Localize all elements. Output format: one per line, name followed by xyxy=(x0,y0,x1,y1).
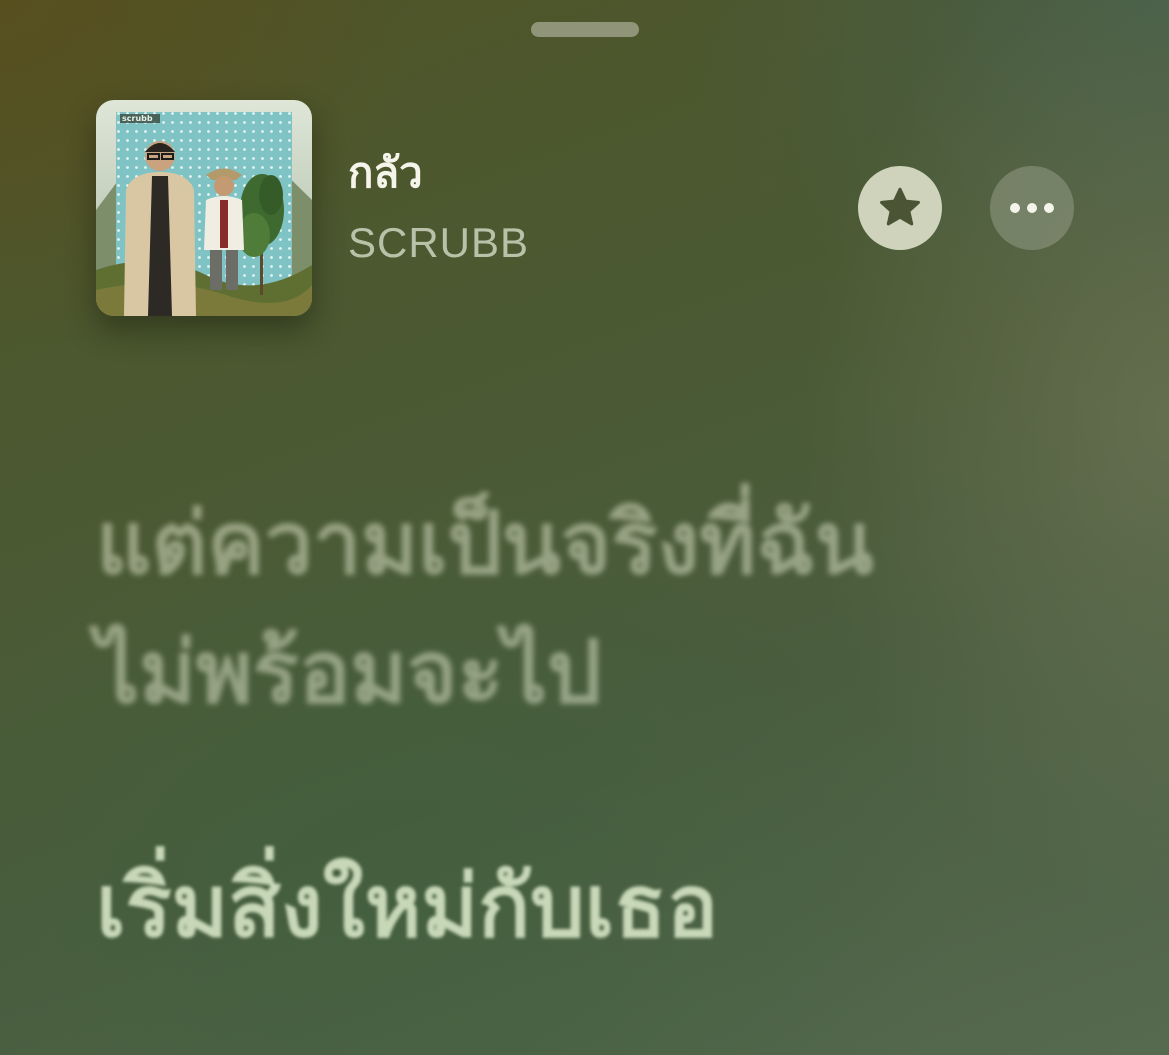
star-icon xyxy=(880,187,920,226)
album-cover-image: scrubb xyxy=(96,100,312,316)
lyrics-view[interactable]: แต่ความเป็นจริงที่ฉัน ไม่พร้อมจะไป เริ่ม… xyxy=(96,480,1136,972)
sheet-grabber[interactable] xyxy=(531,22,639,37)
song-title: กลัว xyxy=(348,148,423,197)
ellipsis-icon xyxy=(1010,203,1054,213)
lyric-line[interactable]: แต่ความเป็นจริงที่ฉัน xyxy=(96,480,1136,609)
favorite-button[interactable] xyxy=(858,166,942,250)
artist-name[interactable]: SCRUBB xyxy=(348,222,529,264)
lyric-line[interactable]: ไม่พร้อมจะไป xyxy=(96,609,1136,738)
more-options-button[interactable] xyxy=(990,166,1074,250)
album-cover-logo-text: scrubb xyxy=(122,114,153,123)
lyric-line-current[interactable]: เริ่มสิ่งใหม่กับเธอ xyxy=(96,843,1136,972)
album-artwork[interactable]: scrubb xyxy=(96,100,312,316)
